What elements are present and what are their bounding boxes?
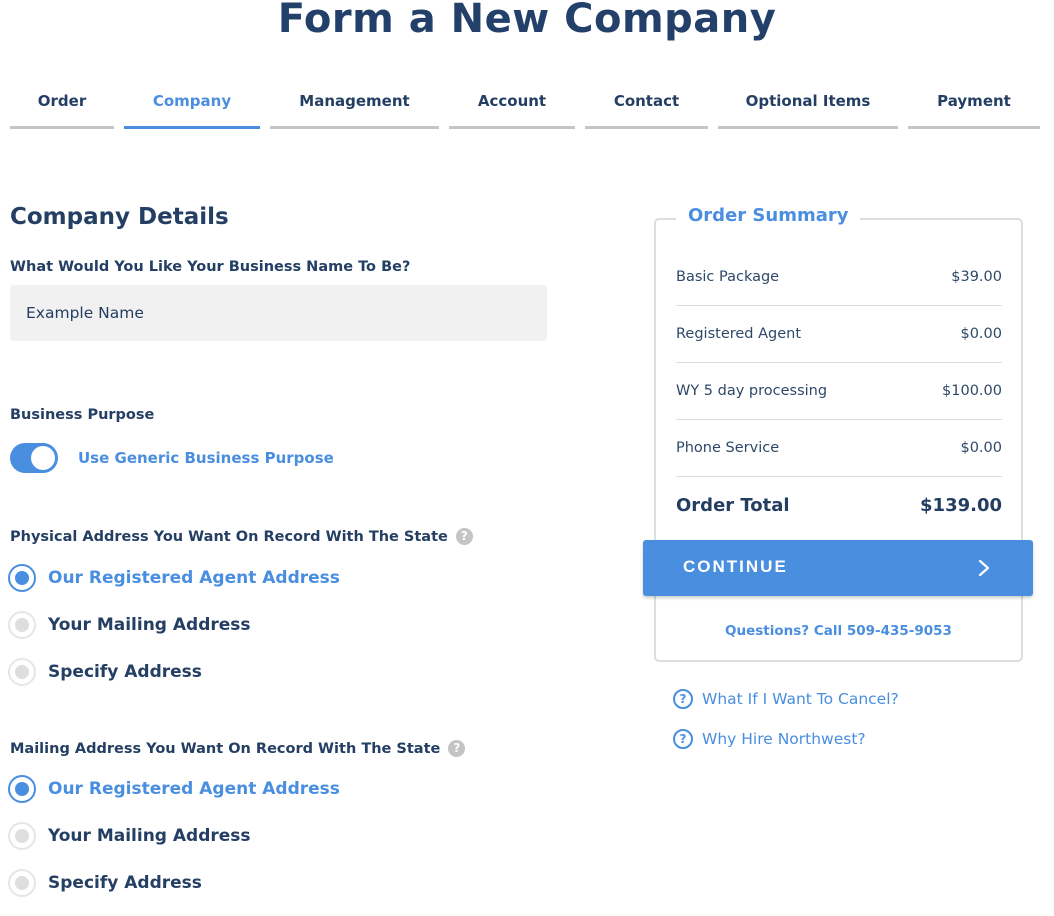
tab-label: Management <box>299 92 410 110</box>
physical-address-label-text: Physical Address You Want On Record With… <box>10 529 448 545</box>
tab-underline <box>124 126 260 129</box>
summary-row: Registered Agent $0.00 <box>676 306 1002 363</box>
tab-label: Payment <box>937 92 1011 110</box>
tab-management[interactable]: Management <box>270 88 439 132</box>
faq-label: Why Hire Northwest? <box>702 730 866 748</box>
tab-underline <box>270 126 439 129</box>
order-total-row: Order Total $139.00 <box>676 477 1002 533</box>
page-title: Form a New Company <box>277 0 777 42</box>
radio-label: Your Mailing Address <box>48 615 251 635</box>
tab-label: Company <box>152 92 232 110</box>
radio-label: Specify Address <box>48 662 202 682</box>
tab-optional-items[interactable]: Optional Items <box>718 88 898 132</box>
physical-radio-mailing[interactable]: Your Mailing Address <box>8 610 251 640</box>
faq-why-hire-link[interactable]: ? Why Hire Northwest? <box>673 729 866 749</box>
tab-payment[interactable]: Payment <box>908 88 1040 132</box>
item-price: $39.00 <box>951 269 1002 285</box>
summary-row: Basic Package $39.00 <box>676 249 1002 306</box>
item-label: WY 5 day processing <box>676 383 828 399</box>
physical-address-label: Physical Address You Want On Record With… <box>10 528 473 545</box>
tab-underline <box>449 126 575 129</box>
summary-rows: Basic Package $39.00 Registered Agent $0… <box>676 249 1002 533</box>
radio-button[interactable] <box>8 869 36 897</box>
question-circle-icon: ? <box>673 689 693 709</box>
mailing-radio-registered-agent[interactable]: Our Registered Agent Address <box>8 774 340 804</box>
summary-row: Phone Service $0.00 <box>676 420 1002 477</box>
continue-label: CONTINUE <box>683 557 788 576</box>
radio-button[interactable] <box>8 611 36 639</box>
radio-button[interactable] <box>8 822 36 850</box>
tab-underline <box>718 126 898 129</box>
radio-button[interactable] <box>8 658 36 686</box>
tab-label: Contact <box>613 92 680 110</box>
summary-row: WY 5 day processing $100.00 <box>676 363 1002 420</box>
mailing-radio-specify[interactable]: Specify Address <box>8 868 202 898</box>
tab-label: Account <box>477 92 547 110</box>
faq-cancel-link[interactable]: ? What If I Want To Cancel? <box>673 689 899 709</box>
business-name-label: What Would You Like Your Business Name T… <box>10 259 411 275</box>
generic-purpose-label[interactable]: Use Generic Business Purpose <box>78 449 334 467</box>
order-total-label: Order Total <box>676 494 790 516</box>
radio-button[interactable] <box>8 775 36 803</box>
tab-underline <box>10 126 114 129</box>
step-tabs: Order Company Management Account Contact… <box>0 88 1054 132</box>
mailing-radio-mailing[interactable]: Your Mailing Address <box>8 821 251 851</box>
radio-label: Our Registered Agent Address <box>48 779 340 799</box>
tab-label: Order <box>37 92 87 110</box>
mailing-address-label: Mailing Address You Want On Record With … <box>10 740 466 757</box>
tab-account[interactable]: Account <box>449 88 575 132</box>
item-label: Phone Service <box>676 440 780 456</box>
toggle-knob <box>31 446 55 470</box>
question-circle-icon[interactable]: ? <box>448 740 466 757</box>
business-purpose-label: Business Purpose <box>10 407 155 423</box>
order-summary-title: Order Summary <box>676 205 861 226</box>
item-price: $100.00 <box>942 383 1002 399</box>
item-price: $0.00 <box>960 440 1002 456</box>
radio-label: Our Registered Agent Address <box>48 568 340 588</box>
chevron-right-icon <box>978 559 990 577</box>
business-name-input[interactable] <box>10 285 547 341</box>
continue-button[interactable]: CONTINUE <box>643 540 1033 596</box>
tab-order[interactable]: Order <box>10 88 114 132</box>
tab-contact[interactable]: Contact <box>585 88 708 132</box>
radio-button[interactable] <box>8 564 36 592</box>
radio-label: Your Mailing Address <box>48 826 251 846</box>
section-title: Company Details <box>10 204 229 230</box>
order-total-price: $139.00 <box>920 494 1002 516</box>
tab-label: Optional Items <box>745 92 871 110</box>
faq-label: What If I Want To Cancel? <box>702 690 899 708</box>
mailing-address-label-text: Mailing Address You Want On Record With … <box>10 741 441 757</box>
tab-company[interactable]: Company <box>124 88 260 132</box>
radio-label: Specify Address <box>48 873 202 893</box>
physical-radio-specify[interactable]: Specify Address <box>8 657 202 687</box>
question-circle-icon[interactable]: ? <box>455 528 473 545</box>
item-label: Registered Agent <box>676 326 802 342</box>
question-circle-icon: ? <box>673 729 693 749</box>
tab-underline <box>585 126 708 129</box>
item-price: $0.00 <box>960 326 1002 342</box>
tab-underline <box>908 126 1040 129</box>
item-label: Basic Package <box>676 269 780 285</box>
generic-purpose-toggle[interactable] <box>10 443 58 473</box>
phone-link[interactable]: Questions? Call 509-435-9053 <box>654 623 1023 639</box>
physical-radio-registered-agent[interactable]: Our Registered Agent Address <box>8 563 340 593</box>
